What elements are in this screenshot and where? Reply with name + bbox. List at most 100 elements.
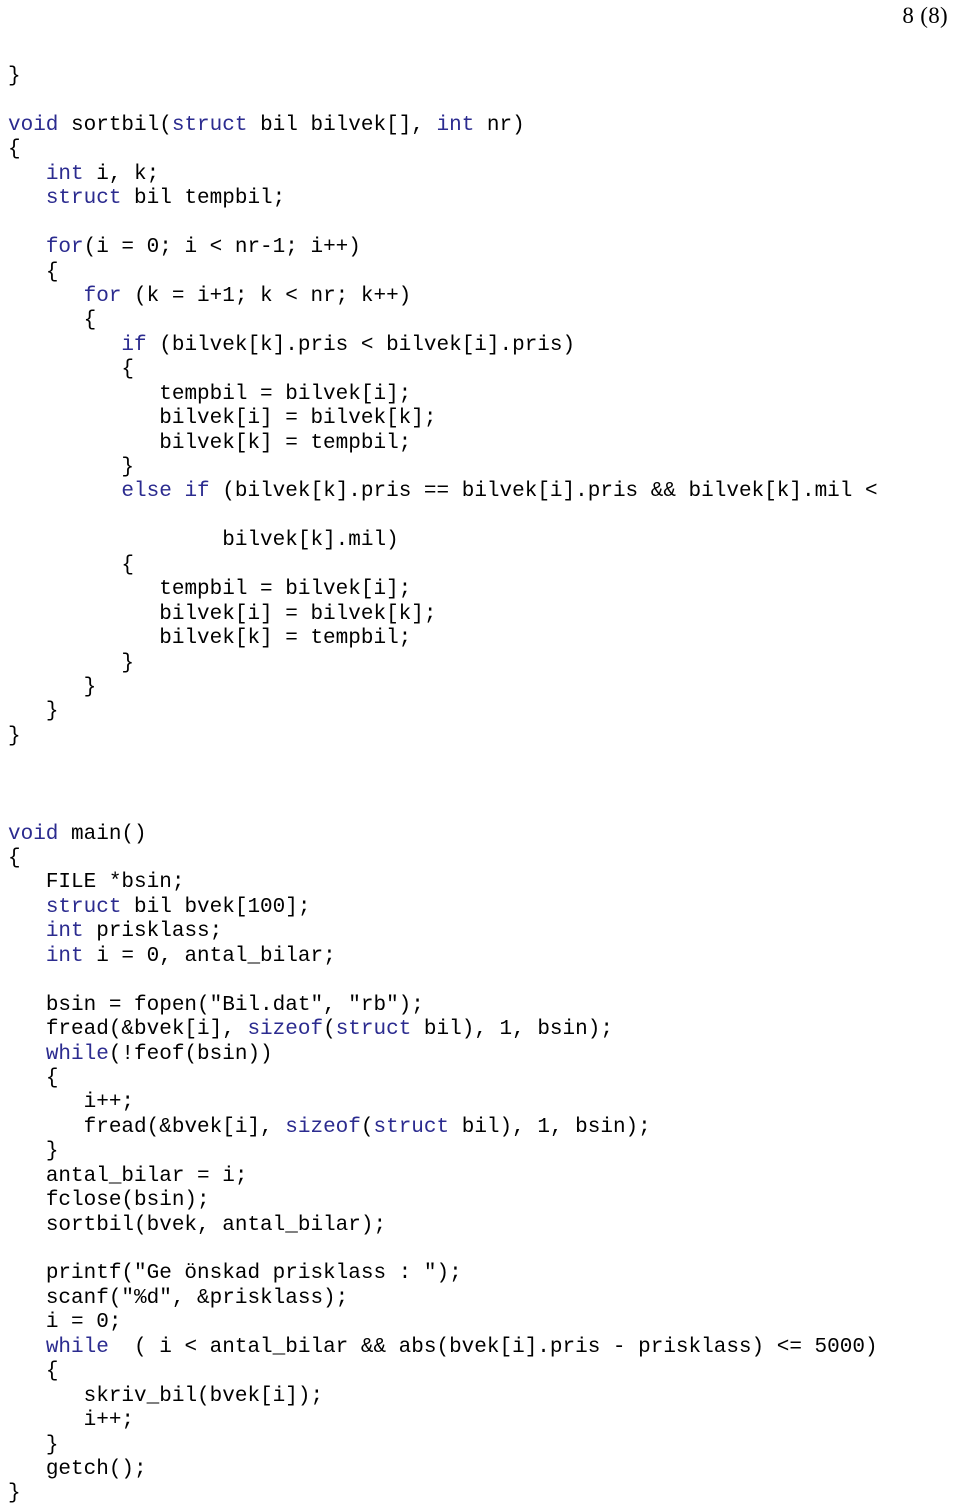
code-keyword: struct — [373, 1115, 450, 1139]
code-keyword: int — [45, 944, 84, 968]
code-text: } — [8, 1482, 21, 1506]
code-text: (i = 0; i < nr-1; i++) — [83, 236, 361, 260]
code-text: main() — [58, 822, 147, 846]
code-line: } — [8, 456, 960, 480]
code-line: { — [8, 1360, 960, 1384]
code-keyword: void — [8, 113, 59, 137]
code-line: sortbil(bvek, antal_bilar); — [8, 1214, 960, 1238]
code-line: } — [8, 725, 960, 749]
code-line: ​ — [8, 774, 960, 798]
code-text: printf("Ge önskad prisklass : "); — [45, 1262, 462, 1286]
code-text: (bilvek[k].pris == bilvek[i].pris && bil… — [209, 480, 878, 504]
code-line: fclose(bsin); — [8, 1189, 960, 1213]
code-line: } — [8, 676, 960, 700]
code-line: for(i = 0; i < nr-1; i++) — [8, 236, 960, 260]
code-line: if (bilvek[k].pris < bilvek[i].pris) — [8, 334, 960, 358]
code-text: } — [121, 651, 135, 675]
code-listing: }​void sortbil(struct bil bilvek[], int … — [8, 65, 960, 1507]
code-line: bilvek[k].mil) — [8, 529, 960, 553]
code-keyword: if — [184, 480, 210, 504]
code-text: skriv_bil(bvek[i]); — [83, 1384, 324, 1408]
code-line: int i = 0, antal_bilar; — [8, 945, 960, 969]
code-line: bilvek[k] = tempbil; — [8, 432, 960, 456]
code-text: ( — [323, 1018, 336, 1042]
code-line: { — [8, 358, 960, 382]
code-text: } — [8, 65, 21, 88]
code-text: fclose(bsin); — [45, 1189, 210, 1213]
code-line: { — [8, 1067, 960, 1091]
code-line: while ( i < antal_bilar && abs(bvek[i].p… — [8, 1336, 960, 1360]
page-number: 8 (8) — [902, 3, 948, 28]
code-text: { — [83, 309, 97, 333]
code-keyword: void — [8, 822, 59, 846]
code-text: } — [8, 724, 21, 748]
code-line: tempbil = bilvek[i]; — [8, 383, 960, 407]
code-keyword: struct — [45, 895, 122, 919]
code-text: bilvek[k].mil) — [222, 529, 399, 553]
code-line: for (k = i+1; k < nr; k++) — [8, 285, 960, 309]
code-line: { — [8, 138, 960, 162]
code-line: } — [8, 1482, 960, 1506]
code-text: (bilvek[k].pris < bilvek[i].pris) — [146, 333, 576, 357]
code-line: int prisklass; — [8, 920, 960, 944]
code-text: bilvek[i] = bilvek[k]; — [159, 407, 437, 431]
code-line: ​ — [8, 89, 960, 113]
code-line: { — [8, 309, 960, 333]
code-line: } — [8, 1140, 960, 1164]
code-text: nr) — [474, 113, 525, 137]
code-line: } — [8, 65, 960, 89]
code-text: i, k; — [83, 162, 160, 186]
code-keyword: int — [436, 113, 475, 137]
code-text: bil), 1, bsin); — [411, 1018, 613, 1042]
code-text: getch(); — [45, 1457, 147, 1481]
code-line: ​ — [8, 505, 960, 529]
code-text: ( — [360, 1115, 374, 1139]
code-text: i++; — [83, 1409, 135, 1433]
code-keyword: while — [45, 1335, 109, 1359]
code-line: struct bil tempbil; — [8, 187, 960, 211]
code-line: ​ — [8, 798, 960, 822]
code-text: { — [121, 358, 135, 382]
code-keyword: else — [121, 480, 172, 504]
code-line: { — [8, 847, 960, 871]
code-text: i = 0, antal_bilar; — [83, 944, 336, 968]
code-line: bilvek[i] = bilvek[k]; — [8, 603, 960, 627]
code-line: skriv_bil(bvek[i]); — [8, 1385, 960, 1409]
code-text: bilvek[k] = tempbil; — [159, 431, 412, 455]
code-line: } — [8, 652, 960, 676]
code-text: { — [45, 260, 59, 284]
code-line: ​ — [8, 1238, 960, 1262]
code-text: ( i < antal_bilar && abs(bvek[i].pris - … — [108, 1335, 878, 1359]
code-text: bil bilvek[], — [247, 113, 437, 137]
code-line: { — [8, 261, 960, 285]
code-line: bilvek[k] = tempbil; — [8, 627, 960, 651]
code-text: i = 0; — [45, 1311, 122, 1335]
code-line: ​ — [8, 212, 960, 236]
code-line: getch(); — [8, 1458, 960, 1482]
code-text: i++; — [83, 1091, 135, 1115]
code-keyword: for — [83, 284, 122, 308]
